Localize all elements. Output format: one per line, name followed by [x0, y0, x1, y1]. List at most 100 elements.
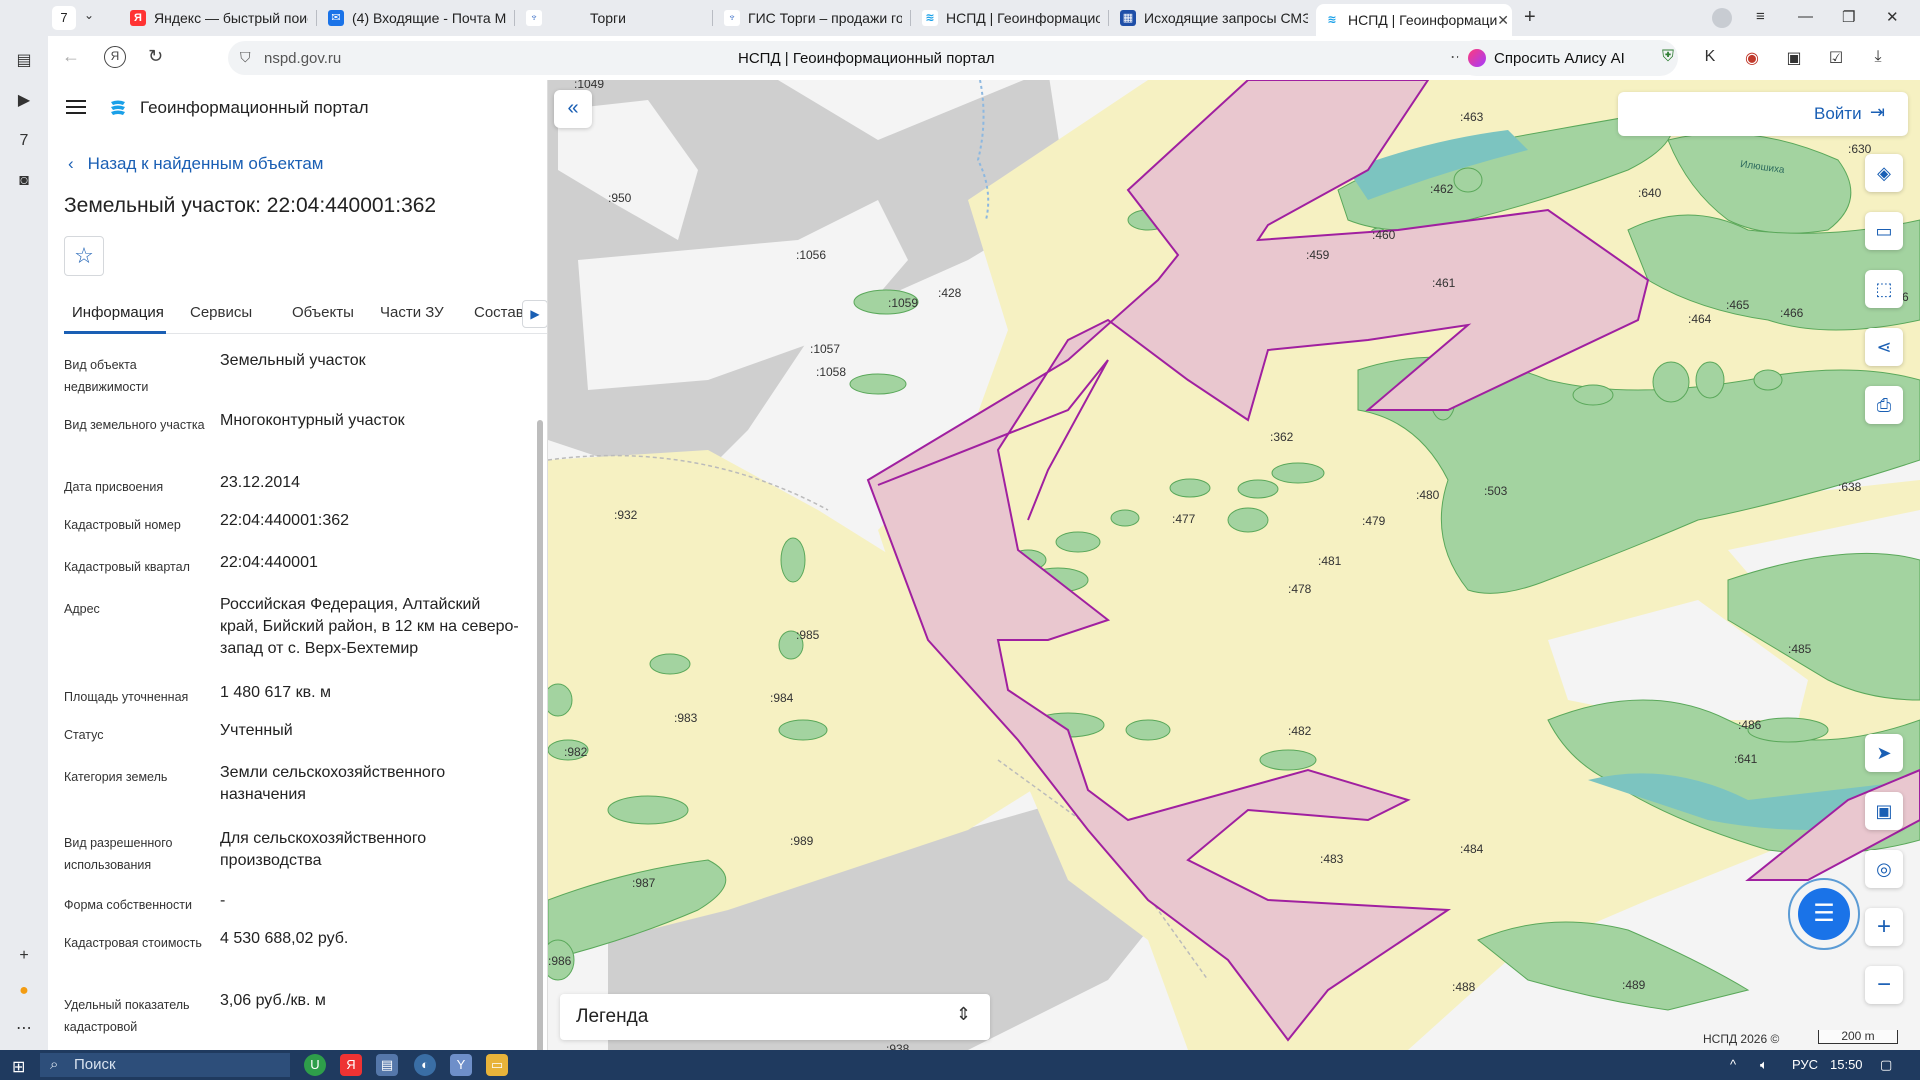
parcel-label[interactable]: :1058 [816, 365, 846, 379]
parcel-label[interactable]: :484 [1460, 842, 1483, 856]
parcel-label[interactable]: :428 [938, 286, 961, 300]
more-icon[interactable]: ⋯ [13, 1018, 35, 1040]
parcel-label[interactable]: :486 [1738, 718, 1761, 732]
login-icon[interactable]: ⇥ [1870, 102, 1885, 123]
panel-scrollbar[interactable]: ▲ [536, 350, 544, 1050]
volume-icon[interactable]: 🔈︎ [1760, 1057, 1768, 1073]
menu-icon[interactable]: ≡ [1756, 8, 1765, 25]
document-app-icon[interactable]: ▤ [376, 1054, 398, 1076]
windows-start-icon[interactable]: ⊞ [12, 1057, 25, 1077]
target-extension-icon[interactable]: ◉ [1742, 48, 1762, 68]
parcel-label[interactable]: :640 [1638, 186, 1661, 200]
parcel-label[interactable]: :479 [1362, 514, 1385, 528]
add-icon[interactable]: + [13, 945, 35, 967]
close-tab-icon[interactable]: ✕ [1497, 12, 1509, 29]
parcel-label[interactable]: :932 [614, 508, 637, 522]
minimize-icon[interactable]: — [1798, 8, 1813, 25]
parcel-label[interactable]: :465 [1726, 298, 1749, 312]
parcel-label[interactable]: :483 [1320, 852, 1343, 866]
parcel-label[interactable]: :485 [1788, 642, 1811, 656]
parcel-label[interactable]: :989 [790, 834, 813, 848]
tray-up-icon[interactable]: ^ [1730, 1057, 1736, 1072]
tab-nspd-1[interactable]: ≋ НСПД | Геоинформацион [914, 4, 1100, 32]
close-window-icon[interactable]: ✕ [1886, 8, 1899, 26]
tab-objects[interactable]: Объекты [292, 304, 354, 321]
new-tab-button[interactable]: + [1524, 6, 1536, 29]
legend-toggle[interactable]: Легенда ⇕ [560, 994, 990, 1040]
login-button[interactable]: Войти [1814, 104, 1862, 124]
geolocation-button[interactable]: ◎ [1865, 850, 1903, 888]
parcel-label[interactable]: :466 [1780, 306, 1803, 320]
tab-info[interactable]: Информация [72, 304, 164, 321]
tasks-extension-icon[interactable]: ☑ [1826, 48, 1846, 68]
tab-gis-torgi[interactable]: ♆ ГИС Торги – продажи гос [716, 4, 902, 32]
parcel-label[interactable]: :489 [1622, 978, 1645, 992]
ask-alisa-button[interactable]: Спросить Алису AI [1458, 40, 1678, 76]
parcel-label[interactable]: :461 [1432, 276, 1455, 290]
tab-composition[interactable]: Состав [474, 304, 524, 321]
select-area-button[interactable]: ⬚ [1865, 270, 1903, 308]
print-button[interactable]: ⎙ [1865, 386, 1903, 424]
parcel-label[interactable]: :477 [1172, 512, 1195, 526]
minimap-button[interactable]: ▣ [1865, 792, 1903, 830]
locate-button[interactable]: ➤ [1865, 734, 1903, 772]
tab-nspd-active[interactable]: ≋ НСПД | Геоинформаци ✕ [1316, 4, 1512, 36]
parcel-label[interactable]: :482 [1288, 724, 1311, 738]
download-icon[interactable]: ⤓ [1868, 48, 1888, 68]
tab-parts[interactable]: Части ЗУ [380, 304, 444, 321]
tab-mail[interactable]: ✉ (4) Входящие - Почта Ма [320, 4, 506, 32]
address-bar[interactable]: ⛉ nspd.gov.ru НСПД | Геоинформационный п… [228, 41, 1498, 75]
site-info-icon[interactable]: ⛉ [240, 49, 251, 66]
yandex-browser-app-icon[interactable]: Y [450, 1054, 472, 1076]
parcel-label[interactable]: :1059 [888, 296, 918, 310]
collections-icon[interactable]: ▤ [13, 50, 35, 72]
shield-extension-icon[interactable]: ⛨ [1658, 48, 1678, 68]
weather-icon[interactable]: ● [13, 980, 35, 1002]
back-to-results-link[interactable]: ‹ Назад к найденным объектам [68, 154, 323, 174]
ruler-button[interactable]: ▭ [1865, 212, 1903, 250]
yandex-app-icon[interactable]: Я [340, 1054, 362, 1076]
parcel-label[interactable]: :985 [796, 628, 819, 642]
browser-app-icon[interactable]: ◐ [414, 1054, 436, 1076]
menu-icon[interactable] [66, 100, 86, 114]
parcel-label[interactable]: :638 [1838, 480, 1861, 494]
parcel-label[interactable]: :983 [674, 711, 697, 725]
share-button[interactable]: ⋖ [1865, 328, 1903, 366]
scrollbar-thumb[interactable] [537, 420, 543, 1050]
tab-counter[interactable]: 7 [52, 6, 76, 30]
tab-torgi[interactable]: ♆ Торги [518, 4, 704, 32]
parcel-label[interactable]: :488 [1452, 980, 1475, 994]
parcel-label[interactable]: :480 [1416, 488, 1439, 502]
chat-button[interactable]: ☰ [1788, 878, 1860, 950]
parcel-label[interactable]: :459 [1306, 248, 1329, 262]
parcel-label[interactable]: :362 [1270, 430, 1293, 444]
tabs-scroll-right-button[interactable]: ▶ [522, 300, 547, 328]
tab-list-chevron-icon[interactable]: ⌄ [84, 8, 94, 22]
app-icon[interactable]: U [304, 1054, 326, 1076]
parcel-label[interactable]: :641 [1734, 752, 1757, 766]
reload-icon[interactable]: ↻ [148, 46, 163, 67]
parcel-label[interactable]: :984 [770, 691, 793, 705]
tab-outgoing[interactable]: ▦ Исходящие запросы СМЭ [1112, 4, 1308, 32]
tab-yandex[interactable]: Я Яндекс — быстрый поиск [122, 4, 308, 32]
parcel-label[interactable]: :950 [608, 191, 631, 205]
yandex-home-icon[interactable]: Я [104, 46, 126, 68]
calendar-icon[interactable]: 7 [13, 130, 35, 152]
k-extension-icon[interactable]: K [1700, 48, 1720, 68]
restore-icon[interactable]: ❐ [1842, 8, 1855, 26]
parcel-label[interactable]: :938 [886, 1042, 909, 1050]
map-view[interactable]: :1049 :950 :1056 :1059 :428 :1057 :1058 … [548, 80, 1920, 1050]
favorite-star-button[interactable]: ☆ [64, 236, 104, 276]
profile-avatar[interactable] [1712, 8, 1732, 28]
clock[interactable]: 15:50 [1830, 1057, 1863, 1072]
tab-services[interactable]: Сервисы [190, 304, 252, 321]
parcel-label[interactable]: :986 [548, 954, 571, 968]
parcel-label[interactable]: :464 [1688, 312, 1711, 326]
collapse-panel-button[interactable]: « [554, 90, 592, 128]
file-explorer-icon[interactable]: ▭ [486, 1054, 508, 1076]
zoom-out-button[interactable]: − [1865, 966, 1903, 1004]
parcel-label[interactable]: :503 [1484, 484, 1507, 498]
parcel-label[interactable]: :1056 [796, 248, 826, 262]
zoom-in-button[interactable]: + [1865, 908, 1903, 946]
wallet-extension-icon[interactable]: ▣ [1784, 48, 1804, 68]
